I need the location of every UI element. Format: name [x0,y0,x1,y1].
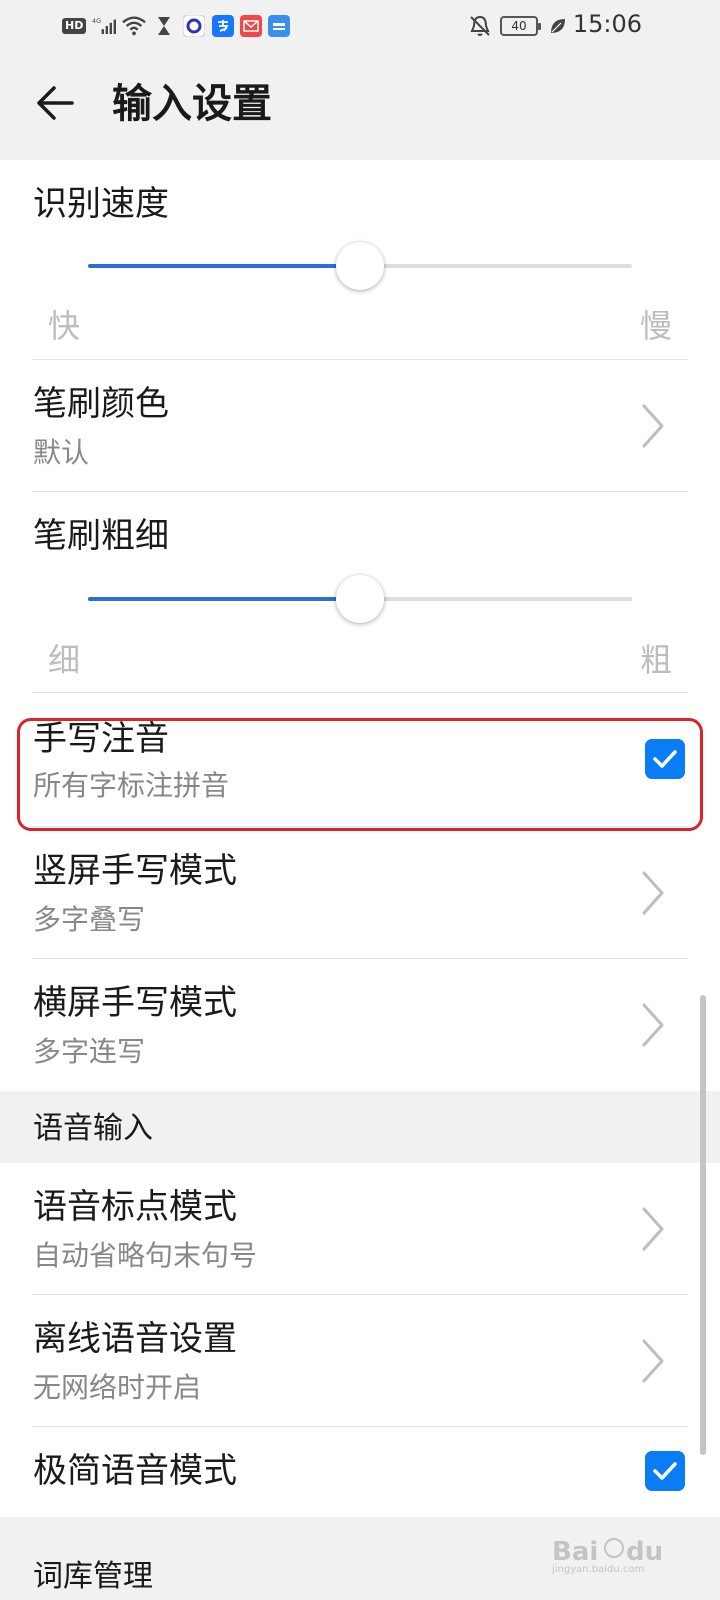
wifi-icon [122,14,147,38]
slider-fill [88,264,360,268]
landscape-handwriting-label: 横屏手写模式 [33,983,237,1023]
offline-voice-row[interactable]: 离线语音设置 无网络时开启 [0,1295,720,1427]
battery-level: 40 [511,19,527,33]
status-time: 15:06 [572,10,642,38]
highlight-annotation [17,718,703,831]
slider-thumb[interactable] [336,242,384,290]
voice-punctuation-value: 自动省略句末句号 [33,1239,258,1272]
chevron-right-icon [642,404,664,448]
status-icons-right: 40 [468,12,570,40]
landscape-handwriting-value: 多字连写 [33,1035,146,1068]
slider-fill [88,597,360,601]
signal-icon: 4G [92,14,117,38]
landscape-handwriting-row[interactable]: 横屏手写模式 多字连写 [0,959,720,1091]
slider-thumb[interactable] [336,575,384,623]
settings-content: 识别速度 快 慢 笔刷颜色 默认 笔刷粗细 细 粗 手写注音 所有字标注拼音 竖… [0,160,720,1517]
portrait-handwriting-label: 竖屏手写模式 [33,851,237,891]
dictionary-section-title: 词库管理 [33,1559,153,1594]
recognition-speed-label: 识别速度 [33,184,169,224]
svg-text:jingyan.baidu.com: jingyan.baidu.com [552,1564,644,1574]
brush-thickness-row: 笔刷粗细 细 粗 [0,492,720,693]
recognition-speed-row: 识别速度 快 慢 [0,160,720,360]
back-button[interactable] [30,78,80,128]
brush-thickness-label: 笔刷粗细 [33,516,169,556]
scrollbar[interactable] [700,995,706,1455]
hd-icon: HD [62,18,87,34]
chevron-right-icon [642,1207,664,1251]
status-bar: HD 4G 40 15:06 [0,0,720,52]
leaf-icon [546,14,570,38]
brush-thickness-slider[interactable] [88,575,632,623]
offline-voice-label: 离线语音设置 [33,1319,237,1359]
voice-section-title: 语音输入 [33,1111,153,1146]
slider-max-label: 粗 [639,641,672,679]
chevron-right-icon [642,1339,664,1383]
slider-min-label: 细 [48,641,81,679]
circle-app-icon [182,14,206,38]
slider-min-label: 快 [48,307,81,345]
slider-max-label: 慢 [639,307,672,345]
brush-color-label: 笔刷颜色 [33,384,169,424]
battery-icon: 40 [500,16,541,36]
back-arrow-icon [37,86,74,120]
portrait-handwriting-row[interactable]: 竖屏手写模式 多字叠写 [0,827,720,959]
brush-color-value: 默认 [33,436,90,469]
hourglass-icon [152,14,176,38]
voice-punctuation-row[interactable]: 语音标点模式 自动省略句末句号 [0,1163,720,1295]
voice-section-header: 语音输入 [0,1091,720,1163]
mute-bell-icon [468,14,492,38]
status-icons-left: HD 4G [62,12,291,40]
svg-text:Bai: Bai [552,1537,598,1567]
voice-punctuation-label: 语音标点模式 [33,1187,237,1227]
page-title: 输入设置 [112,81,272,127]
checkmark-icon [653,1462,677,1480]
chevron-right-icon [642,1003,664,1047]
offline-voice-value: 无网络时开启 [33,1371,202,1404]
portrait-handwriting-value: 多字叠写 [33,903,146,936]
mail-app-icon [240,15,263,37]
voice-settings-card: 语音标点模式 自动省略句末句号 离线语音设置 无网络时开启 极简语音模式 [0,1163,720,1517]
watermark-logo: Bai du jingyan.baidu.com [552,1537,663,1574]
chevron-right-icon [642,871,664,915]
svg-text:du: du [626,1537,663,1567]
minimal-voice-checkbox[interactable] [645,1451,685,1491]
app-bar: 输入设置 [0,52,720,160]
minimal-voice-label: 极简语音模式 [33,1451,237,1491]
yunpan-app-icon [268,15,291,37]
alipay-icon [212,15,235,37]
recognition-speed-slider[interactable] [88,242,632,290]
network-type-label: 4G [92,17,101,25]
brush-color-row[interactable]: 笔刷颜色 默认 [0,360,720,492]
minimal-voice-row[interactable]: 极简语音模式 [0,1427,720,1517]
handwriting-settings-card: 识别速度 快 慢 笔刷颜色 默认 笔刷粗细 细 粗 手写注音 所有字标注拼音 竖… [0,160,720,1091]
